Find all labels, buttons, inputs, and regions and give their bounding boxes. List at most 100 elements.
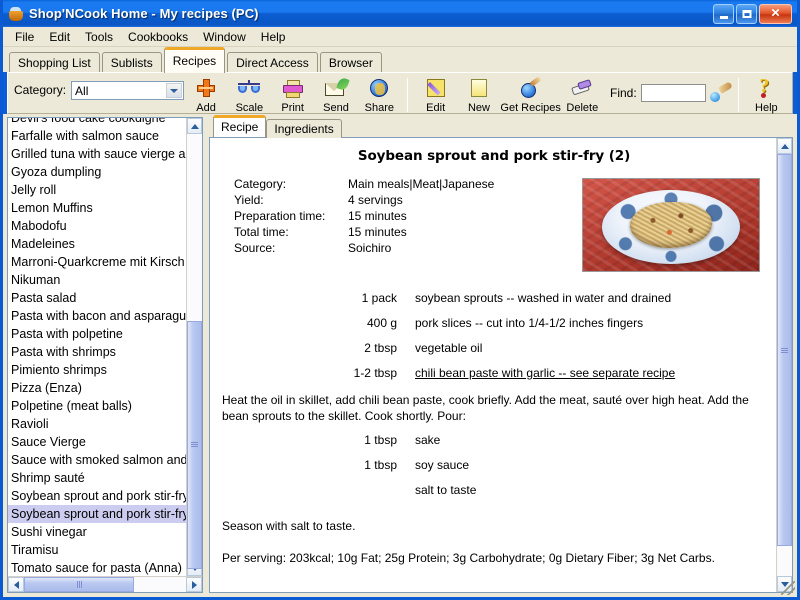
maximize-button[interactable] [736, 4, 757, 24]
list-item[interactable]: Polpetine (meat balls) [8, 397, 186, 415]
category-label: Category: [14, 83, 66, 97]
list-item[interactable]: Pasta with polpetine [8, 325, 186, 343]
envelope-quill-icon [323, 77, 349, 101]
list-item[interactable]: Soybean sprout and pork stir-fry ( [8, 505, 186, 523]
recipe-tab-strip: Recipe Ingredients [209, 117, 793, 137]
list-item[interactable]: Sauce with smoked salmon and [8, 451, 186, 469]
list-item[interactable]: Madeleines [8, 235, 186, 253]
new-button-label: New [468, 102, 490, 114]
hscroll-thumb[interactable] [24, 577, 134, 592]
recipe-list-vertical-scrollbar[interactable] [186, 118, 202, 576]
search-input[interactable] [641, 84, 706, 102]
delete-button[interactable]: Delete [561, 76, 604, 114]
question-mark-icon: ? [753, 77, 779, 101]
list-item[interactable]: Pasta with bacon and asparagus [8, 307, 186, 325]
recipe-scroll-thumb[interactable] [777, 154, 792, 546]
list-item[interactable]: Tiramisu [8, 541, 186, 559]
print-button[interactable]: Print [271, 76, 314, 114]
menu-item-tools[interactable]: Tools [79, 28, 122, 46]
recipe-scroll-track[interactable] [777, 154, 792, 576]
ingredient-name: sake [397, 428, 766, 453]
ingredient-name: pork slices -- cut into 1/4-1/2 inches f… [397, 311, 766, 336]
list-item[interactable]: Farfalle with salmon sauce [8, 127, 186, 145]
scroll-right-button[interactable] [186, 577, 202, 592]
ingredient-quantity [222, 478, 397, 503]
share-button[interactable]: Share [358, 76, 401, 114]
list-item[interactable]: Devil's food cake cookdighe [8, 118, 186, 127]
edit-button[interactable]: Edit [414, 76, 457, 114]
delete-button-label: Delete [566, 102, 598, 114]
title-bar: Shop'NCook Home - My recipes (PC) × [3, 0, 797, 27]
new-button[interactable]: New [457, 76, 500, 114]
close-button[interactable]: × [759, 4, 792, 24]
tab-ingredients[interactable]: Ingredients [266, 119, 341, 138]
menu-item-cookbooks[interactable]: Cookbooks [122, 28, 197, 46]
add-button[interactable]: Add [184, 76, 227, 114]
ingredient-row: 400 gpork slices -- cut into 1/4-1/2 inc… [222, 311, 766, 336]
tab-recipe[interactable]: Recipe [213, 115, 266, 137]
flashlight-icon[interactable] [710, 84, 732, 102]
category-select[interactable]: All [71, 81, 184, 100]
scroll-up-button[interactable] [187, 118, 202, 134]
recipe-closing-note: Season with salt to taste. [222, 519, 766, 533]
scroll-thumb[interactable] [187, 321, 202, 568]
ingredient-quantity: 1 tbsp [222, 428, 397, 453]
menu-item-help[interactable]: Help [255, 28, 295, 46]
ingredient-row: 1 packsoybean sprouts -- washed in water… [222, 286, 766, 311]
minimize-button[interactable] [713, 4, 734, 24]
ingredient-quantity: 400 g [222, 311, 397, 336]
ingredient-link[interactable]: chili bean paste with garlic -- see sepa… [397, 361, 766, 386]
list-item[interactable]: Grilled tuna with sauce vierge an [8, 145, 186, 163]
send-button[interactable]: Send [314, 76, 357, 114]
main-body: Devil's food cake cookdigheFarfalle with… [3, 114, 797, 597]
recipe-metadata: Category: Main meals|Meat|Japanese Yield… [222, 176, 582, 256]
tab-recipes[interactable]: Recipes [164, 47, 225, 73]
meta-key: Total time: [234, 224, 348, 240]
recipe-list[interactable]: Devil's food cake cookdigheFarfalle with… [8, 118, 186, 576]
tab-browser[interactable]: Browser [320, 52, 382, 73]
list-item[interactable]: Ravioli [8, 415, 186, 433]
meta-value: Soichiro [348, 240, 582, 256]
scroll-track[interactable] [187, 134, 202, 560]
window-title-document: My recipes (PC) [160, 6, 259, 21]
recipe-list-horizontal-scrollbar[interactable] [8, 576, 202, 592]
meta-row-total-time: Total time: 15 minutes [234, 224, 582, 240]
scroll-left-button[interactable] [8, 577, 24, 592]
close-icon: × [771, 5, 780, 20]
tab-direct-access[interactable]: Direct Access [227, 52, 318, 73]
chevron-down-icon [166, 83, 182, 98]
list-item[interactable]: Pasta salad [8, 289, 186, 307]
list-item[interactable]: Mabodofu [8, 217, 186, 235]
list-item[interactable]: Sushi vinegar [8, 523, 186, 541]
list-item[interactable]: Pizza (Enza) [8, 379, 186, 397]
menu-item-edit[interactable]: Edit [43, 28, 79, 46]
meta-key: Yield: [234, 192, 348, 208]
toolbar-separator-2 [738, 78, 739, 112]
list-item[interactable]: Pimiento shrimps [8, 361, 186, 379]
list-item[interactable]: Lemon Muffins [8, 199, 186, 217]
recipe-scroll-up-button[interactable] [777, 138, 792, 154]
hscroll-track[interactable] [24, 577, 186, 592]
tab-sublists[interactable]: Sublists [102, 52, 162, 73]
recipe-vertical-scrollbar[interactable] [776, 138, 792, 592]
meta-value: Main meals|Meat|Japanese [348, 176, 582, 192]
list-item[interactable]: Pasta with shrimps [8, 343, 186, 361]
scale-button[interactable]: Scale [228, 76, 271, 114]
content-panel: Recipe Ingredients Soybean sprout and po… [209, 117, 793, 593]
list-item[interactable]: Marroni-Quarkcreme mit Kirsch [8, 253, 186, 271]
list-item[interactable]: Nikuman [8, 271, 186, 289]
help-button[interactable]: ? Help [745, 76, 788, 114]
menu-item-file[interactable]: File [9, 28, 43, 46]
pencil-note-icon [423, 77, 449, 101]
resize-grip[interactable] [781, 581, 795, 595]
list-item[interactable]: Soybean sprout and pork stir-fry [8, 487, 186, 505]
list-item[interactable]: Tomato sauce for pasta (Anna) [8, 559, 186, 576]
list-item[interactable]: Shrimp sauté [8, 469, 186, 487]
get-recipes-button[interactable]: Get Recipes [501, 76, 561, 114]
list-item[interactable]: Sauce Vierge [8, 433, 186, 451]
menu-item-window[interactable]: Window [197, 28, 255, 46]
list-item[interactable]: Jelly roll [8, 181, 186, 199]
list-item[interactable]: Gyoza dumpling [8, 163, 186, 181]
tab-shopping-list[interactable]: Shopping List [9, 52, 100, 73]
find-group: Find: [610, 84, 732, 102]
